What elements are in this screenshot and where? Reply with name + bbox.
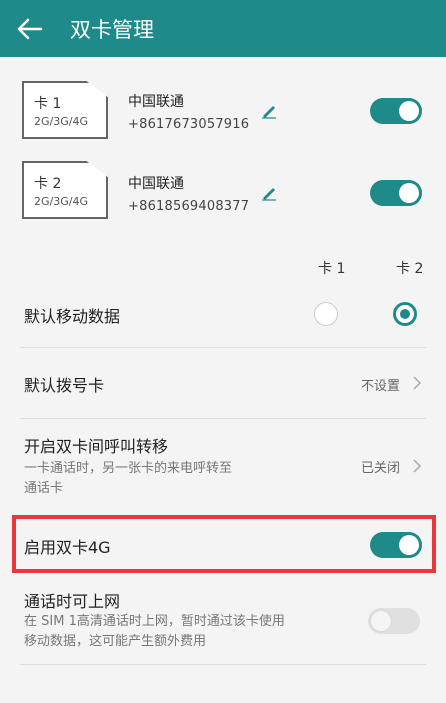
column-label-card1: 卡 1 xyxy=(318,261,346,277)
data-during-call-toggle[interactable] xyxy=(368,608,420,634)
setting-value: 不设置 xyxy=(361,379,401,394)
sim-row-1: 卡 1 2G/3G/4G 中国联通 +8617673057916 xyxy=(0,57,446,139)
setting-label: 开启双卡间呼叫转移 xyxy=(24,437,169,456)
app-header: 双卡管理 xyxy=(0,0,446,57)
default-dial-row[interactable]: 默认拨号卡 不设置 xyxy=(0,348,446,418)
radio-card2[interactable] xyxy=(393,302,417,326)
edit-pencil-icon[interactable] xyxy=(260,101,278,119)
toggle-knob xyxy=(399,101,419,121)
radio-card1[interactable] xyxy=(314,302,338,326)
page-title: 双卡管理 xyxy=(70,17,154,42)
setting-value: 已关闭 xyxy=(361,461,401,476)
arrow-left-icon xyxy=(17,18,43,39)
setting-description-line2: 移动数据，这可能产生额外费用 xyxy=(24,634,207,649)
phone-number: +8617673057916 xyxy=(128,117,250,132)
phone-number: +8618569408377 xyxy=(128,199,250,214)
setting-description-line2: 通话卡 xyxy=(24,481,64,496)
setting-label: 通话时可上网 xyxy=(24,592,121,611)
setting-description-line1: 在 SIM 1高清通话时上网，暂时通过该卡使用 xyxy=(24,614,285,629)
toggle-knob xyxy=(371,611,391,631)
sim-card-name: 卡 2 xyxy=(34,176,62,192)
sim-1-toggle[interactable] xyxy=(370,98,422,124)
setting-description-line1: 一卡通话时，另一张卡的来电呼转至 xyxy=(24,461,233,476)
sim-row-2: 卡 2 2G/3G/4G 中国联通 +8618569408377 xyxy=(0,137,446,227)
setting-label: 默认移动数据 xyxy=(24,307,121,326)
sim-card-name: 卡 1 xyxy=(34,96,62,112)
sim-card-icon: 卡 2 2G/3G/4G xyxy=(22,161,108,219)
sim-card-bands: 2G/3G/4G xyxy=(34,115,88,128)
sim-card-icon: 卡 1 2G/3G/4G xyxy=(22,81,108,139)
highlight-box xyxy=(12,515,436,573)
chevron-right-icon xyxy=(413,459,422,473)
divider xyxy=(20,664,426,665)
setting-label: 默认拨号卡 xyxy=(24,376,105,395)
toggle-knob xyxy=(399,183,419,203)
edit-pencil-icon[interactable] xyxy=(260,183,278,201)
carrier-name: 中国联通 xyxy=(128,176,184,192)
carrier-name: 中国联通 xyxy=(128,94,184,110)
chevron-right-icon xyxy=(413,376,422,390)
column-label-card2: 卡 2 xyxy=(396,261,424,277)
back-button[interactable] xyxy=(0,0,60,57)
default-data-row[interactable]: 默认移动数据 xyxy=(0,285,446,343)
sim-card-bands: 2G/3G/4G xyxy=(34,195,88,208)
call-forward-row[interactable]: 开启双卡间呼叫转移 一卡通话时，另一张卡的来电呼转至 通话卡 已关闭 xyxy=(0,419,446,511)
data-during-call-row[interactable]: 通话时可上网 在 SIM 1高清通话时上网，暂时通过该卡使用 移动数据，这可能产… xyxy=(0,578,446,668)
sim-2-toggle[interactable] xyxy=(370,180,422,206)
